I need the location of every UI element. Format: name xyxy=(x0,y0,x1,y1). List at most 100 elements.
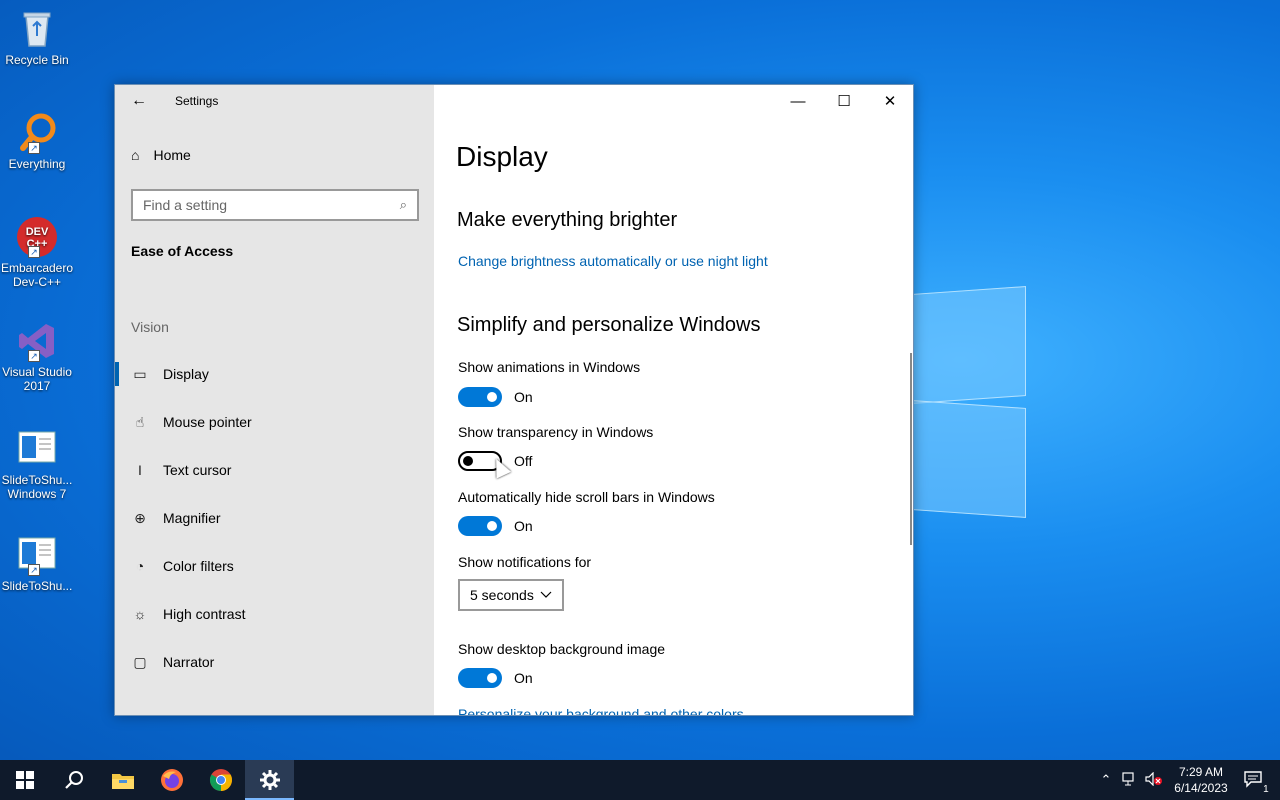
section-heading: Ease of Access xyxy=(131,243,234,259)
sidebar-item-narrator[interactable]: ▢ Narrator xyxy=(115,638,434,686)
scrollbars-toggle[interactable] xyxy=(458,516,502,536)
taskbar-settings[interactable] xyxy=(245,760,294,800)
brightness-icon: ☼ xyxy=(133,606,147,622)
scrollbars-toggle-row: On xyxy=(458,516,533,536)
text-cursor-icon: I xyxy=(138,462,142,478)
simplify-heading: Simplify and personalize Windows xyxy=(457,314,761,336)
desktop-icon-slidetoshutdown[interactable]: ↗ SlideToShu... xyxy=(0,534,74,593)
system-tray: ⌃ 7:29 AM 6/14/2023 1 xyxy=(1094,760,1280,800)
animations-state: On xyxy=(514,389,533,405)
animations-label: Show animations in Windows xyxy=(458,359,641,375)
shortcut-arrow-icon: ↗ xyxy=(28,564,40,576)
minimize-button[interactable]: — xyxy=(775,85,821,117)
notifications-dropdown[interactable]: 5 seconds xyxy=(458,579,564,611)
chevron-up-icon[interactable]: ⌃ xyxy=(1094,772,1118,788)
desktop-icon-everything[interactable]: ↗ Everything xyxy=(0,112,74,171)
sidebar-item-label: Mouse pointer xyxy=(163,414,252,430)
animations-toggle-row: On xyxy=(458,387,533,407)
desktop-icon-slidetoshutdown-win7[interactable]: SlideToShu... Windows 7 xyxy=(0,428,74,501)
sidebar-item-label: Narrator xyxy=(163,654,215,670)
animations-toggle[interactable] xyxy=(458,387,502,407)
search-input[interactable] xyxy=(143,197,383,213)
notification-count-badge: 1 xyxy=(1263,783,1269,795)
shortcut-arrow-icon: ↗ xyxy=(28,350,40,362)
taskbar-search-button[interactable] xyxy=(49,760,98,800)
scrollbars-state: On xyxy=(514,518,533,534)
mouse-pointer-icon: ☝ xyxy=(135,413,145,430)
caption-buttons: — ☐ ✕ xyxy=(775,85,913,117)
recycle-bin-icon xyxy=(16,8,58,50)
taskbar-firefox[interactable] xyxy=(147,760,196,800)
windows-wallpaper-logo xyxy=(912,282,1028,520)
sidebar-nav: ▭ Display ☝ Mouse pointer I Text cursor … xyxy=(115,350,434,686)
notification-icon xyxy=(1244,770,1262,788)
volume-muted-icon[interactable] xyxy=(1142,771,1166,789)
title-bar: ← Settings xyxy=(115,85,434,117)
home-nav-item[interactable]: ⌂ Home xyxy=(131,147,191,163)
narrator-icon: ▢ xyxy=(133,653,147,670)
settings-window: ← Settings ⌂ Home ⌕ Ease of Access Visio… xyxy=(114,84,914,716)
window-title: Settings xyxy=(175,94,219,108)
transparency-state: Off xyxy=(514,453,533,469)
start-button[interactable] xyxy=(0,760,49,800)
scrollbar[interactable] xyxy=(910,353,912,545)
svg-text:DEV: DEV xyxy=(26,226,49,238)
desktop-icon-recycle-bin[interactable]: Recycle Bin xyxy=(0,8,74,67)
background-toggle-row: On xyxy=(458,668,533,688)
sidebar-item-label: Display xyxy=(163,366,209,382)
chrome-icon xyxy=(209,769,232,791)
scrollbars-label: Automatically hide scroll bars in Window… xyxy=(458,489,715,505)
brightness-link[interactable]: Change brightness automatically or use n… xyxy=(458,253,768,269)
shortcut-arrow-icon: ↗ xyxy=(28,246,40,258)
personalize-link[interactable]: Personalize your background and other co… xyxy=(458,706,744,715)
desktop-icon-label: Recycle Bin xyxy=(5,53,69,67)
desktop-icon-label: Visual Studio 2017 xyxy=(2,365,72,393)
slidetoshutdown-icon xyxy=(16,428,58,470)
sidebar-item-magnifier[interactable]: ⊕ Magnifier xyxy=(115,494,434,542)
desktop-icon-label: Embarcadero Dev-C++ xyxy=(0,261,74,289)
brighter-heading: Make everything brighter xyxy=(457,209,678,231)
close-button[interactable]: ✕ xyxy=(867,85,913,117)
background-toggle[interactable] xyxy=(458,668,502,688)
home-label: Home xyxy=(153,147,191,163)
windows-start-icon xyxy=(15,771,34,789)
close-icon: ✕ xyxy=(883,93,897,110)
clock[interactable]: 7:29 AM 6/14/2023 xyxy=(1166,764,1236,796)
desktop-icon-visual-studio[interactable]: ↗ Visual Studio 2017 xyxy=(0,320,74,393)
magnifier-icon: ⊕ xyxy=(134,509,146,526)
taskbar-file-explorer[interactable] xyxy=(98,760,147,800)
taskbar-chrome[interactable] xyxy=(196,760,245,800)
background-label: Show desktop background image xyxy=(458,641,666,657)
search-icon[interactable]: ⌕ xyxy=(400,197,407,213)
visual-studio-icon: ↗ xyxy=(16,320,58,362)
group-label-vision: Vision xyxy=(131,319,169,335)
clock-time: 7:29 AM xyxy=(1178,765,1224,779)
back-button[interactable]: ← xyxy=(115,85,163,117)
monitor-icon: ▭ xyxy=(133,365,147,382)
sidebar-item-label: High contrast xyxy=(163,606,246,622)
color-palette-icon: ◔ xyxy=(135,558,145,574)
search-icon xyxy=(64,771,83,789)
desktop-icon-devcpp[interactable]: DEV C++ ↗ Embarcadero Dev-C++ xyxy=(0,216,74,289)
transparency-label: Show transparency in Windows xyxy=(458,424,654,440)
network-icon[interactable] xyxy=(1118,771,1142,789)
clock-date: 6/14/2023 xyxy=(1174,781,1228,795)
slidetoshutdown-icon: ↗ xyxy=(16,534,58,576)
sidebar-item-high-contrast[interactable]: ☼ High contrast xyxy=(115,590,434,638)
sidebar-item-label: Color filters xyxy=(163,558,234,574)
settings-icon xyxy=(259,770,280,790)
home-icon: ⌂ xyxy=(131,147,140,163)
sidebar-item-text-cursor[interactable]: I Text cursor xyxy=(115,446,434,494)
sidebar-item-mouse-pointer[interactable]: ☝ Mouse pointer xyxy=(115,398,434,446)
shortcut-arrow-icon: ↗ xyxy=(28,142,40,154)
sidebar-item-display[interactable]: ▭ Display xyxy=(115,350,434,398)
back-arrow-icon: ← xyxy=(131,92,147,109)
sidebar-item-color-filters[interactable]: ◔ Color filters xyxy=(115,542,434,590)
search-box: ⌕ xyxy=(131,189,419,221)
desktop-icon-label: Everything xyxy=(8,157,66,171)
notifications-value: 5 seconds xyxy=(470,587,534,603)
action-center-button[interactable]: 1 xyxy=(1236,770,1280,795)
minimize-icon: — xyxy=(790,92,806,110)
devcpp-icon: DEV C++ ↗ xyxy=(16,216,58,258)
maximize-button[interactable]: ☐ xyxy=(821,85,867,117)
